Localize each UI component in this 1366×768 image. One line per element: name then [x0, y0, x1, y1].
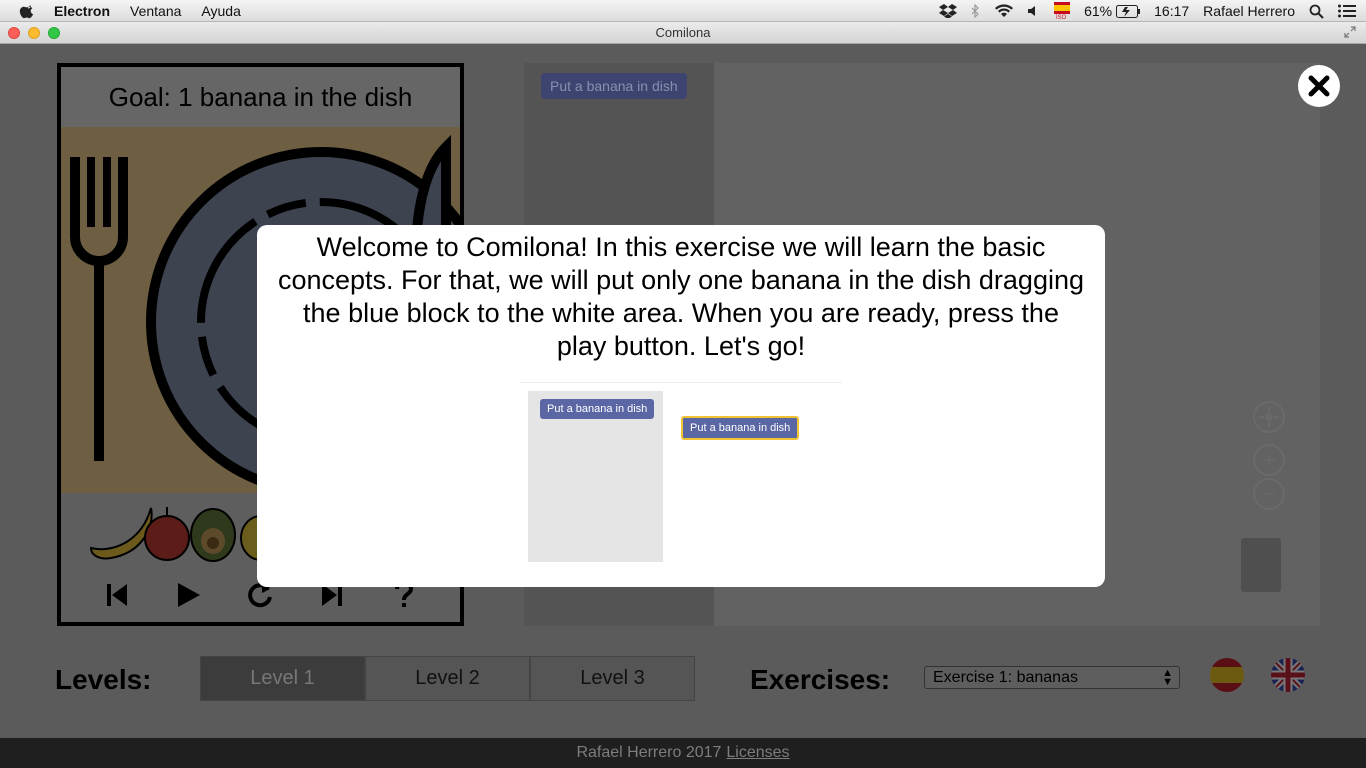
uk-flag-icon[interactable]: [1271, 658, 1305, 692]
levels-label: Levels:: [55, 664, 152, 695]
window-titlebar: Comilona: [0, 22, 1366, 44]
fullscreen-icon[interactable]: [1344, 26, 1356, 38]
wifi-icon[interactable]: [994, 4, 1014, 18]
level-selector: Level 1 Level 2 Level 3: [200, 656, 695, 701]
footer-credit: Rafael Herrero 2017: [576, 744, 722, 761]
close-modal-icon[interactable]: [1298, 65, 1340, 107]
window-title: Comilona: [655, 25, 711, 40]
battery-icon[interactable]: [1116, 4, 1141, 18]
trash-icon[interactable]: [1241, 538, 1281, 592]
welcome-message: Welcome to Comilona! In this exercise we…: [277, 232, 1084, 361]
recenter-icon[interactable]: [1253, 401, 1285, 433]
dropbox-icon[interactable]: [939, 4, 958, 18]
demo-animation: Put a banana in dish Put a banana in dis…: [520, 382, 842, 563]
user-name[interactable]: Rafael Herrero: [1203, 3, 1295, 19]
spanish-flag-icon[interactable]: [1210, 658, 1244, 692]
demo-toolbox: Put a banana in dish: [528, 391, 663, 562]
svg-text:ISO: ISO: [1056, 15, 1067, 20]
skip-back-icon[interactable]: [102, 580, 132, 610]
zoom-out-icon[interactable]: −: [1253, 478, 1285, 510]
notification-center-icon[interactable]: [1338, 4, 1356, 18]
demo-dragged-block: Put a banana in dish: [681, 416, 800, 440]
toolbox-block[interactable]: Put a banana in dish: [541, 73, 687, 99]
input-source-flag-icon[interactable]: ISO: [1054, 2, 1071, 20]
zoom-in-icon[interactable]: +: [1253, 444, 1285, 476]
volume-icon[interactable]: [1028, 5, 1040, 17]
licenses-link[interactable]: Licenses: [726, 744, 789, 762]
exercise-select[interactable]: Exercise 1: bananas ▲ ▼: [924, 666, 1180, 689]
level-3-button[interactable]: Level 3: [530, 656, 695, 701]
level-1-button[interactable]: Level 1: [200, 656, 365, 701]
demo-toolbox-block: Put a banana in dish: [540, 399, 655, 419]
menu-app-name[interactable]: Electron: [54, 3, 110, 19]
play-icon[interactable]: [174, 580, 204, 610]
mac-menubar: Electron Ventana Ayuda ISO 61% 16:17 Raf…: [0, 0, 1366, 22]
exercise-select-value: Exercise 1: bananas: [933, 668, 1078, 686]
goal-text: Goal: 1 banana in the dish: [61, 67, 460, 127]
footer: Rafael Herrero 2017 Licenses: [0, 738, 1366, 768]
welcome-modal: Welcome to Comilona! In this exercise we…: [257, 225, 1105, 587]
level-2-button[interactable]: Level 2: [365, 656, 530, 701]
bluetooth-icon[interactable]: [971, 4, 980, 18]
select-arrows-icon: ▲ ▼: [1162, 667, 1173, 688]
battery-percentage: 61%: [1084, 3, 1113, 19]
apple-icon[interactable]: [18, 3, 38, 19]
menu-ayuda[interactable]: Ayuda: [201, 3, 240, 19]
menu-ventana[interactable]: Ventana: [130, 3, 181, 19]
clock[interactable]: 16:17: [1154, 3, 1189, 19]
exercises-label: Exercises:: [750, 664, 891, 695]
spotlight-search-icon[interactable]: [1309, 4, 1324, 19]
